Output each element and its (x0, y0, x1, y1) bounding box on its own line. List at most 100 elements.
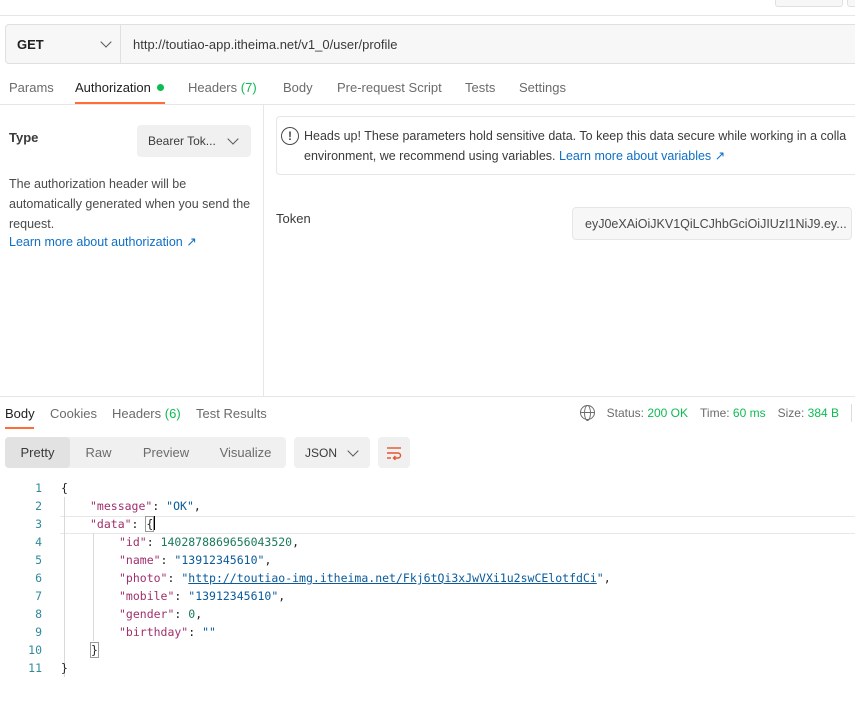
json-id-value: 1402878869656043520 (160, 535, 293, 549)
line-number: 4 (35, 535, 42, 549)
tab-tests[interactable]: Tests (465, 80, 495, 95)
tab-body[interactable]: Body (283, 80, 313, 95)
code-line: 1{ (0, 479, 855, 497)
line-number: 8 (35, 607, 42, 621)
tab-pre-request-script[interactable]: Pre-request Script (337, 80, 442, 95)
toolbar-button-partial[interactable] (775, 0, 843, 7)
view-pretty-button[interactable]: Pretty (5, 437, 70, 468)
code-line: 11} (0, 659, 855, 677)
code-text: } (90, 641, 99, 659)
url-input[interactable]: http://toutiao-app.itheima.net/v1_0/user… (121, 37, 398, 52)
size-label: Size: (777, 405, 805, 420)
view-preview-button[interactable]: Preview (127, 437, 205, 468)
line-number: 10 (28, 643, 42, 657)
response-tab-headers-count: (6) (164, 406, 181, 421)
code-line: 5 "name": "13912345610", (0, 551, 855, 569)
code-text: "name": "13912345610", (119, 553, 272, 567)
status-label: Status: (606, 405, 644, 420)
code-text: "photo": "http://toutiao-img.itheima.net… (119, 571, 611, 585)
code-text: "data": { (90, 516, 156, 532)
chevron-down-icon (100, 36, 112, 48)
response-tab-cookies[interactable]: Cookies (50, 406, 97, 421)
tab-headers-count: (7) (240, 80, 257, 95)
json-message-value: OK (173, 499, 187, 513)
response-tab-test-results[interactable]: Test Results (196, 406, 267, 421)
line-number: 5 (35, 553, 42, 567)
tab-settings-label: Settings (519, 80, 566, 95)
code-text: "message": "OK", (90, 499, 201, 513)
code-line: 7 "mobile": "13912345610", (0, 587, 855, 605)
response-tab-body[interactable]: Body (5, 406, 35, 421)
panel-divider (263, 105, 264, 396)
method-select[interactable]: GET (6, 25, 121, 63)
view-raw-button[interactable]: Raw (70, 437, 127, 468)
learn-more-variables-link[interactable]: Learn more about variables ↗ (559, 149, 725, 163)
response-active-tab-underline (5, 427, 34, 429)
line-number: 9 (35, 625, 42, 639)
response-tab-test-results-label: Test Results (196, 406, 267, 421)
status-separator (851, 404, 852, 422)
json-photo-link[interactable]: http://toutiao-img.itheima.net/Fkj6tQi3x… (188, 571, 597, 585)
tab-settings[interactable]: Settings (519, 80, 566, 95)
active-dot-indicator (156, 84, 164, 91)
response-tab-cookies-label: Cookies (50, 406, 97, 421)
format-select[interactable]: JSON (294, 437, 370, 468)
tab-params-label: Params (9, 80, 54, 95)
token-input[interactable]: eyJ0eXAiOiJKV1QiLCJhbGciOiJIUzI1NiJ9.ey.… (572, 207, 852, 240)
code-line: 4 "id": 1402878869656043520, (0, 533, 855, 551)
code-text: "birthday": "" (119, 625, 216, 639)
learn-more-authorization-link[interactable]: Learn more about authorization ↗ (9, 234, 197, 249)
status-value[interactable]: 200 OK (647, 406, 688, 420)
code-line: 6 "photo": "http://toutiao-img.itheima.ne… (0, 569, 855, 587)
code-line: 2 "message": "OK", (0, 497, 855, 515)
code-text: } (61, 661, 68, 675)
line-number: 7 (35, 589, 42, 603)
code-text: "id": 1402878869656043520, (119, 535, 300, 549)
line-number: 6 (35, 571, 42, 585)
warning-line-1: Heads up! These parameters hold sensitiv… (304, 129, 847, 143)
matched-bracket: { (145, 516, 155, 532)
active-tab-underline (75, 102, 165, 104)
response-tab-headers-label: Headers (112, 406, 162, 421)
wrap-lines-icon (387, 446, 402, 460)
json-mobile-value: 13912345610 (195, 589, 272, 603)
view-visualize-button[interactable]: Visualize (205, 437, 286, 468)
chevron-down-icon (227, 133, 239, 145)
tab-authorization[interactable]: Authorization (75, 80, 164, 95)
line-number: 2 (35, 499, 42, 513)
tab-body-label: Body (283, 80, 313, 95)
tab-params[interactable]: Params (9, 80, 54, 95)
warning-text: Heads up! These parameters hold sensitiv… (304, 126, 855, 166)
auth-type-select[interactable]: Bearer Tok... (137, 125, 251, 157)
wrap-lines-button[interactable] (378, 437, 410, 468)
tab-pre-request-script-label: Pre-request Script (337, 80, 442, 95)
code-text: "mobile": "13912345610", (119, 589, 286, 603)
tab-authorization-label: Authorization (75, 80, 151, 95)
chevron-down-icon (347, 444, 359, 457)
response-divider (0, 396, 855, 397)
time-value[interactable]: 60 ms (733, 406, 766, 420)
response-tab-body-label: Body (5, 406, 35, 421)
code-line: 9 "birthday": "" (0, 623, 855, 641)
toolbar-button-partial-2[interactable] (847, 0, 855, 7)
request-tabs: Params Authorization Headers (7) Body Pr… (0, 78, 855, 105)
auth-type-value: Bearer Tok... (148, 134, 216, 148)
view-mode-group: Pretty Raw Preview Visualize (5, 437, 286, 468)
globe-icon[interactable] (579, 405, 595, 421)
method-label: GET (17, 36, 44, 52)
tab-tests-label: Tests (465, 80, 496, 95)
size-value[interactable]: 384 B (808, 406, 839, 420)
code-text: { (61, 481, 68, 495)
token-label: Token (276, 211, 311, 226)
code-line: 3 "data": { (0, 515, 855, 533)
tab-headers[interactable]: Headers (7) (188, 80, 257, 95)
response-status-bar: Status: 200 OK Time: 60 ms Size: 384 B (579, 405, 839, 421)
response-tab-headers[interactable]: Headers (6) (112, 406, 181, 421)
request-url-bar: GET http://toutiao-app.itheima.net/v1_0/… (5, 24, 855, 64)
line-number: 3 (35, 517, 42, 531)
code-text: "gender": 0, (119, 607, 203, 621)
auth-description: The authorization header will be automat… (9, 177, 251, 231)
json-name-value: 13912345610 (181, 553, 258, 567)
format-value: JSON (305, 445, 338, 460)
matched-bracket: } (90, 642, 99, 658)
